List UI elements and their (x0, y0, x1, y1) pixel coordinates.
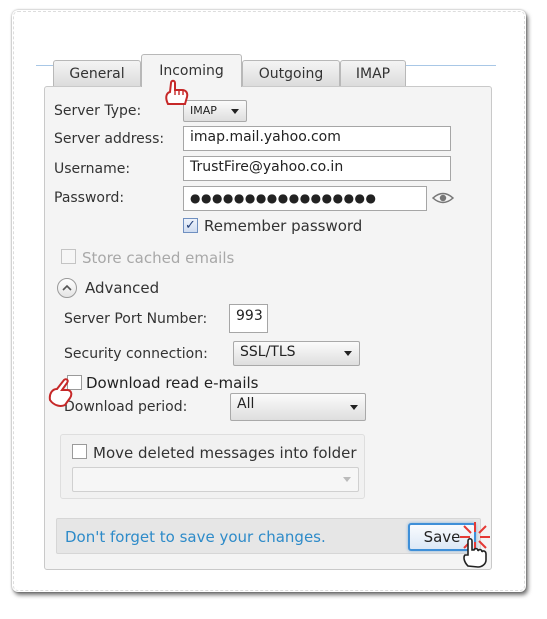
move-deleted-folder-select[interactable] (72, 467, 359, 492)
eye-icon[interactable] (431, 190, 455, 210)
password-label: Password: (54, 190, 125, 206)
advanced-toggle-button[interactable] (57, 278, 77, 298)
download-read-label: Download read e-mails (86, 374, 259, 392)
username-label: Username: (54, 161, 131, 177)
server-type-value: IMAP (190, 104, 217, 117)
save-button-label: Save (423, 528, 461, 546)
chevron-down-icon (343, 477, 351, 482)
chevron-down-icon (350, 405, 358, 410)
chevron-down-icon (231, 109, 239, 114)
tab-outgoing[interactable]: Outgoing (242, 60, 340, 86)
tab-general-label: General (69, 65, 125, 82)
server-type-label: Server Type: (54, 103, 142, 119)
download-period-value: All (237, 396, 255, 412)
username-field[interactable]: TrustFire@yahoo.co.in (183, 156, 451, 181)
store-cached-emails-checkbox[interactable] (61, 249, 76, 264)
download-period-label: Download period: (64, 399, 188, 415)
move-deleted-checkbox[interactable] (72, 444, 87, 459)
pointing-hand-icon (162, 78, 192, 112)
server-type-select[interactable]: IMAP (183, 100, 247, 122)
cursor-hand-icon (460, 536, 488, 572)
security-connection-select[interactable]: SSL/TLS (233, 341, 360, 366)
store-cached-emails-label: Store cached emails (82, 249, 235, 267)
password-value: ●●●●●●●●●●●●●●●●● (190, 191, 377, 205)
remember-password-label: Remember password (204, 217, 363, 235)
tab-general[interactable]: General (53, 60, 141, 86)
security-connection-label: Security connection: (64, 346, 208, 362)
pointing-hand-icon (46, 376, 76, 412)
advanced-label: Advanced (85, 279, 160, 297)
tab-imap-label: IMAP (355, 65, 391, 82)
save-reminder-text: Don't forget to save your changes. (65, 528, 326, 546)
server-address-label: Server address: (54, 131, 165, 147)
server-address-field[interactable]: imap.mail.yahoo.com (183, 126, 451, 151)
download-period-select[interactable]: All (230, 393, 366, 421)
server-address-value: imap.mail.yahoo.com (190, 129, 341, 145)
tab-incoming-label: Incoming (159, 63, 224, 79)
chevron-up-icon (62, 284, 72, 291)
tab-imap[interactable]: IMAP (340, 60, 406, 86)
server-port-value: 993 (236, 308, 263, 324)
move-deleted-label: Move deleted messages into folder (93, 444, 357, 462)
checkmark-icon: ✓ (185, 218, 196, 233)
save-footer: Don't forget to save your changes. Save (56, 518, 481, 554)
security-connection-value: SSL/TLS (240, 344, 296, 360)
tab-outgoing-label: Outgoing (258, 65, 324, 82)
chevron-down-icon (344, 351, 352, 356)
remember-password-checkbox[interactable]: ✓ (183, 218, 198, 233)
password-field[interactable]: ●●●●●●●●●●●●●●●●● (183, 186, 427, 211)
server-port-label: Server Port Number: (64, 311, 208, 327)
server-port-field[interactable]: 993 (229, 304, 268, 333)
username-value: TrustFire@yahoo.co.in (190, 159, 344, 175)
